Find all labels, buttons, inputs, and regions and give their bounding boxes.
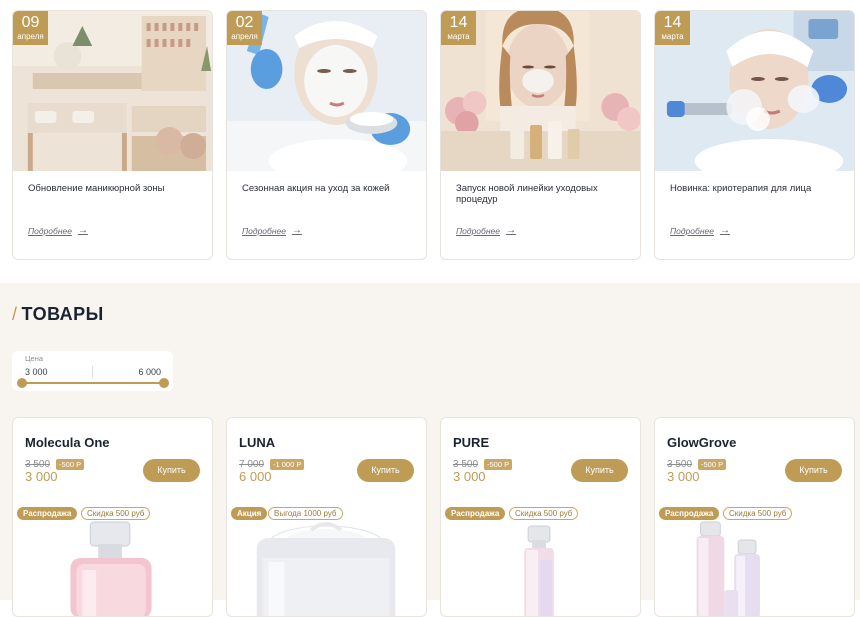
date-month: марта: [447, 32, 470, 41]
divider: [92, 366, 93, 378]
news-title[interactable]: Новинка: криотерапия для лица: [670, 183, 845, 194]
date-badge: 14 марта: [655, 11, 690, 45]
price: 6 000: [239, 469, 272, 484]
promo-tag: Скидка 500 руб: [509, 507, 579, 520]
price-slider-max-handle[interactable]: [159, 378, 169, 388]
perfume-bottle-image[interactable]: [13, 520, 212, 616]
buy-button[interactable]: Купить: [143, 459, 200, 482]
sale-tag: Акция: [231, 507, 268, 520]
news-title[interactable]: Обновление маникюрной зоны: [28, 183, 203, 194]
product-name[interactable]: GlowGrove: [667, 435, 736, 450]
price-slider-min-handle[interactable]: [17, 378, 27, 388]
title-slash: /: [12, 304, 18, 324]
product-card[interactable]: Molecula One 3 500 -500 Р 3 000 Купить Р…: [12, 417, 213, 617]
product-card[interactable]: LUNA 7 000 -1 000 Р 6 000 Купить Акция В…: [226, 417, 427, 617]
date-day: 14: [663, 14, 682, 31]
discount-chip: -500 Р: [698, 459, 727, 470]
more-link-label: Подробнее: [28, 225, 72, 236]
cream-jar-image[interactable]: [227, 520, 426, 616]
date-day: 09: [21, 14, 40, 31]
date-day: 02: [235, 14, 254, 31]
date-month: апреля: [17, 32, 44, 41]
arrow-right-icon: →: [719, 225, 730, 236]
price-filter: Цена 3 000 6 000: [12, 351, 173, 391]
price-slider-track[interactable]: [22, 382, 164, 384]
discount-chip: -1 000 Р: [270, 459, 305, 470]
arrow-right-icon: →: [505, 225, 516, 236]
product-name[interactable]: Molecula One: [25, 435, 110, 450]
product-card[interactable]: PURE 3 500 -500 Р 3 000 Купить Распродаж…: [440, 417, 641, 617]
news-card[interactable]: 09 апреля Обновление маникюрной зоны Под…: [12, 10, 213, 260]
news-title[interactable]: Сезонная акция на уход за кожей: [242, 183, 417, 194]
news-card[interactable]: 02 апреля Сезонная акция на уход за коже…: [226, 10, 427, 260]
sale-tag: Распродажа: [659, 507, 720, 520]
price: 3 000: [453, 469, 486, 484]
buy-button[interactable]: Купить: [785, 459, 842, 482]
more-link-label: Подробнее: [456, 225, 500, 236]
price-min-input[interactable]: 3 000: [25, 367, 48, 377]
date-badge: 09 апреля: [13, 11, 48, 45]
product-name[interactable]: PURE: [453, 435, 489, 450]
section-title-text: ТОВАРЫ: [21, 304, 104, 324]
price-max-input[interactable]: 6 000: [138, 367, 161, 377]
date-month: марта: [661, 32, 684, 41]
price-filter-label: Цена: [25, 354, 44, 363]
date-day: 14: [449, 14, 468, 31]
promo-tag: Скидка 500 руб: [81, 507, 151, 520]
arrow-right-icon: →: [291, 225, 302, 236]
date-month: апреля: [231, 32, 258, 41]
news-card[interactable]: 14 марта Запуск новой линейки уходовых п…: [440, 10, 641, 260]
price: 3 000: [667, 469, 700, 484]
date-badge: 02 апреля: [227, 11, 262, 45]
promo-tag: Выгода 1000 руб: [268, 507, 343, 520]
cosmetic-set-image[interactable]: [655, 520, 854, 616]
more-link[interactable]: Подробнее →: [28, 225, 88, 236]
news-card[interactable]: 14 марта Новинка: криотерапия для лица П…: [654, 10, 855, 260]
product-card[interactable]: GlowGrove 3 500 -500 Р 3 000 Купить Расп…: [654, 417, 855, 617]
product-name[interactable]: LUNA: [239, 435, 275, 450]
price: 3 000: [25, 469, 58, 484]
buy-button[interactable]: Купить: [357, 459, 414, 482]
news-title[interactable]: Запуск новой линейки уходовых процедур: [456, 183, 631, 205]
promo-tag: Скидка 500 руб: [723, 507, 793, 520]
arrow-right-icon: →: [77, 225, 88, 236]
sale-tag: Распродажа: [17, 507, 78, 520]
more-link[interactable]: Подробнее →: [456, 225, 516, 236]
serum-bottle-image[interactable]: [441, 520, 640, 616]
date-badge: 14 марта: [441, 11, 476, 45]
more-link[interactable]: Подробнее →: [670, 225, 730, 236]
more-link-label: Подробнее: [242, 225, 286, 236]
more-link-label: Подробнее: [670, 225, 714, 236]
news-grid: 09 апреля Обновление маникюрной зоны Под…: [12, 10, 856, 260]
sale-tag: Распродажа: [445, 507, 506, 520]
discount-chip: -500 Р: [484, 459, 513, 470]
discount-chip: -500 Р: [56, 459, 85, 470]
more-link[interactable]: Подробнее →: [242, 225, 302, 236]
buy-button[interactable]: Купить: [571, 459, 628, 482]
section-title: / ТОВАРЫ: [12, 304, 104, 325]
